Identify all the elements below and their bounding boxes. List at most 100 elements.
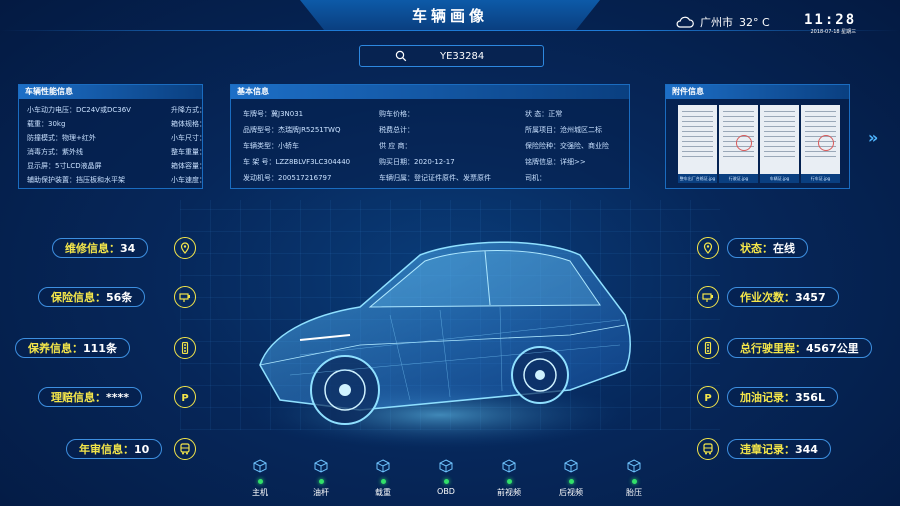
- status-dot: [443, 479, 449, 484]
- sensor-load[interactable]: 载重: [363, 458, 403, 498]
- tag-value: ****: [106, 390, 130, 404]
- perf-item: 小车尺寸：: [171, 134, 203, 142]
- sensor-front-video[interactable]: 前视频: [489, 458, 529, 498]
- basic-item: 购买日期：2020-12-17: [379, 158, 455, 166]
- perf-item: 防撞模式：物理+红外: [27, 134, 96, 142]
- perf-item: 小车动力电压：DC24V或DC36V: [27, 106, 131, 114]
- status-tag[interactable]: 状态： 在线: [727, 238, 808, 258]
- basic-item: 所属项目：沧州城区二标: [525, 126, 602, 134]
- tag-value: 56条: [106, 291, 133, 304]
- device-cube-icon: [439, 459, 453, 473]
- search-icon[interactable]: [395, 50, 407, 62]
- bus-icon: [174, 438, 196, 460]
- clock-time: 11:28: [804, 12, 857, 28]
- parking-icon: P: [697, 386, 719, 408]
- traffic-light-icon: [697, 337, 719, 359]
- tag-value: 4567公里: [806, 342, 859, 355]
- maintenance-info-tag[interactable]: 保养信息： 111条: [15, 338, 130, 358]
- device-cube-icon: [253, 459, 267, 473]
- panel-title: 车辆性能信息: [19, 85, 202, 99]
- perf-item: 消毒方式：紫外线: [27, 148, 83, 156]
- perf-item: 箱体容量：: [171, 162, 203, 170]
- tag-label: 总行驶里程：: [740, 342, 806, 355]
- basic-item: 购车价格：: [379, 110, 414, 118]
- tag-value: 10: [134, 442, 150, 456]
- attachments-panel: 附件信息 整车出厂合格证.jpg 行驶证.jpg 车辆证.jpg 行车证.jpg: [665, 84, 850, 189]
- plate-search[interactable]: YE33284: [359, 45, 544, 67]
- status-dot: [568, 479, 574, 484]
- car-wireframe-image: [250, 241, 631, 449]
- basic-item: 司机：: [525, 174, 546, 182]
- basic-item: 税费总计：: [379, 126, 414, 134]
- perf-item: 辅助保护装置：挡压板和水平架: [27, 176, 125, 184]
- tag-label: 维修信息：: [65, 242, 120, 255]
- attachment-name: 车辆证.jpg: [760, 174, 799, 183]
- device-cube-icon: [376, 459, 390, 473]
- perf-item: 载重：30kg: [27, 120, 66, 128]
- sensor-label: 后视频: [559, 488, 583, 497]
- sensor-obd[interactable]: OBD: [426, 458, 466, 496]
- total-mileage-tag[interactable]: 总行驶里程： 4567公里: [727, 338, 872, 358]
- tag-label: 违章记录：: [740, 443, 795, 456]
- basic-item: 供 应 商：: [379, 142, 412, 150]
- attachment-name: 整车出厂合格证.jpg: [678, 174, 717, 183]
- attachment-name: 行车证.jpg: [801, 174, 840, 183]
- sensor-label: 油杆: [313, 488, 329, 497]
- perf-item: 小车速度：: [171, 176, 203, 184]
- panel-title: 基本信息: [231, 85, 629, 99]
- page-header: 车辆画像: [300, 0, 600, 30]
- status-dot: [257, 479, 263, 484]
- attachment-thumb[interactable]: 行车证.jpg: [801, 105, 840, 183]
- device-cube-icon: [314, 459, 328, 473]
- operation-count-tag[interactable]: 作业次数： 3457: [727, 287, 839, 307]
- sensor-label: 载重: [375, 488, 391, 497]
- sensor-oil-rod[interactable]: 油杆: [301, 458, 341, 498]
- search-input[interactable]: YE33284: [440, 51, 484, 62]
- cloud-icon: [676, 16, 694, 28]
- status-dot: [506, 479, 512, 484]
- tag-label: 理赔信息：: [51, 391, 106, 404]
- basic-item: 车辆类型：小轿车: [243, 142, 299, 150]
- tag-value: 111条: [83, 342, 117, 355]
- basic-item: 品牌型号：杰瑞牌JR5251TWQ: [243, 126, 341, 134]
- sensor-label: 前视频: [497, 488, 521, 497]
- clock-date: 2018-07-18 星期三: [810, 29, 857, 35]
- device-cube-icon: [627, 459, 641, 473]
- basic-item: 保险险种：交强险、商业险: [525, 142, 609, 150]
- location-pin-icon: [697, 237, 719, 259]
- sensor-label: 主机: [252, 488, 268, 497]
- refuel-record-tag[interactable]: 加油记录： 356L: [727, 387, 838, 407]
- insurance-info-tag[interactable]: 保险信息： 56条: [38, 287, 146, 307]
- tag-label: 保养信息：: [28, 342, 83, 355]
- claims-info-tag[interactable]: 理赔信息： ****: [38, 387, 143, 407]
- nameplate-link[interactable]: 铭牌信息：详细>>: [525, 157, 586, 167]
- violation-record-tag[interactable]: 违章记录： 344: [727, 439, 831, 459]
- tag-value: 356L: [795, 390, 825, 404]
- attachment-thumb[interactable]: 整车出厂合格证.jpg: [678, 105, 717, 183]
- weather-city: 广州市: [700, 16, 733, 29]
- sensor-tire-pressure[interactable]: 胎压: [614, 458, 654, 498]
- status-dot: [631, 479, 637, 484]
- panel-title: 附件信息: [666, 85, 849, 99]
- next-arrow-icon[interactable]: »: [868, 128, 878, 147]
- perf-item: 升降方式：: [171, 106, 203, 114]
- parking-icon: P: [174, 386, 196, 408]
- clock: 11:28 2018-07-18 星期三: [804, 12, 856, 35]
- tag-label: 保险信息：: [51, 291, 106, 304]
- attachment-thumb[interactable]: 行驶证.jpg: [719, 105, 758, 183]
- repair-info-tag[interactable]: 维修信息： 34: [52, 238, 149, 258]
- basic-item: 车 架 号：LZZ8BLVF3LC304440: [243, 158, 351, 166]
- tag-value: 在线: [773, 242, 795, 255]
- tag-value: 3457: [795, 290, 826, 304]
- sensor-host[interactable]: 主机: [240, 458, 280, 498]
- perf-item: 箱体规格：: [171, 120, 203, 128]
- attachment-name: 行驶证.jpg: [719, 174, 758, 183]
- status-dot: [318, 479, 324, 484]
- basic-item: 发动机号：200517216797: [243, 174, 332, 182]
- attachment-thumb[interactable]: 车辆证.jpg: [760, 105, 799, 183]
- annual-review-info-tag[interactable]: 年审信息： 10: [66, 439, 163, 459]
- sensor-rear-video[interactable]: 后视频: [551, 458, 591, 498]
- bus-icon: [697, 438, 719, 460]
- tag-value: 344: [795, 442, 818, 456]
- page-title: 车辆画像: [411, 6, 488, 25]
